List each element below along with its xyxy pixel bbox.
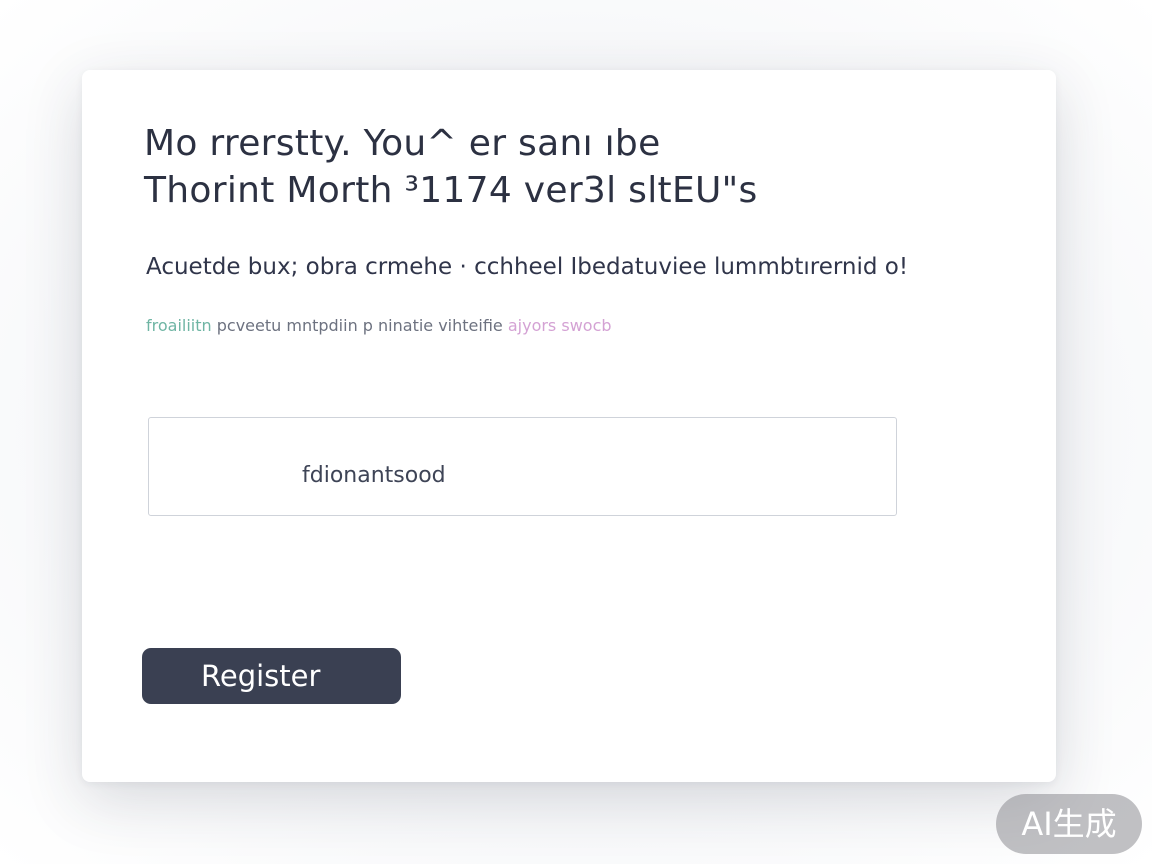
subtitle: Acuetde bux; obra crmehe · cchheel Ibeda… — [146, 254, 909, 280]
page-title: Mo rrerstty. You^ er sanı ıbe Thorint Mo… — [144, 120, 1004, 214]
title-line-2: Thorint Morth ³1174 ver3l sltEU"s — [144, 170, 758, 211]
hint-text-part-1: froailiitn — [146, 316, 212, 335]
registration-card: Mo rrerstty. You^ er sanı ıbe Thorint Mo… — [82, 70, 1056, 782]
hint-text-part-3: ajyors swocb — [507, 316, 612, 335]
hint-text: froailiitn pcveetu mntpdiin p ninatie vi… — [146, 316, 612, 335]
title-line-1: Mo rrerstty. You^ er sanı ıbe — [144, 123, 661, 164]
register-button[interactable]: Register — [142, 648, 401, 704]
text-input-field[interactable] — [148, 417, 897, 516]
ai-generated-watermark: AI生成 — [996, 794, 1142, 854]
hint-text-part-2: pcveetu mntpdiin p ninatie vihteifie — [216, 316, 503, 335]
